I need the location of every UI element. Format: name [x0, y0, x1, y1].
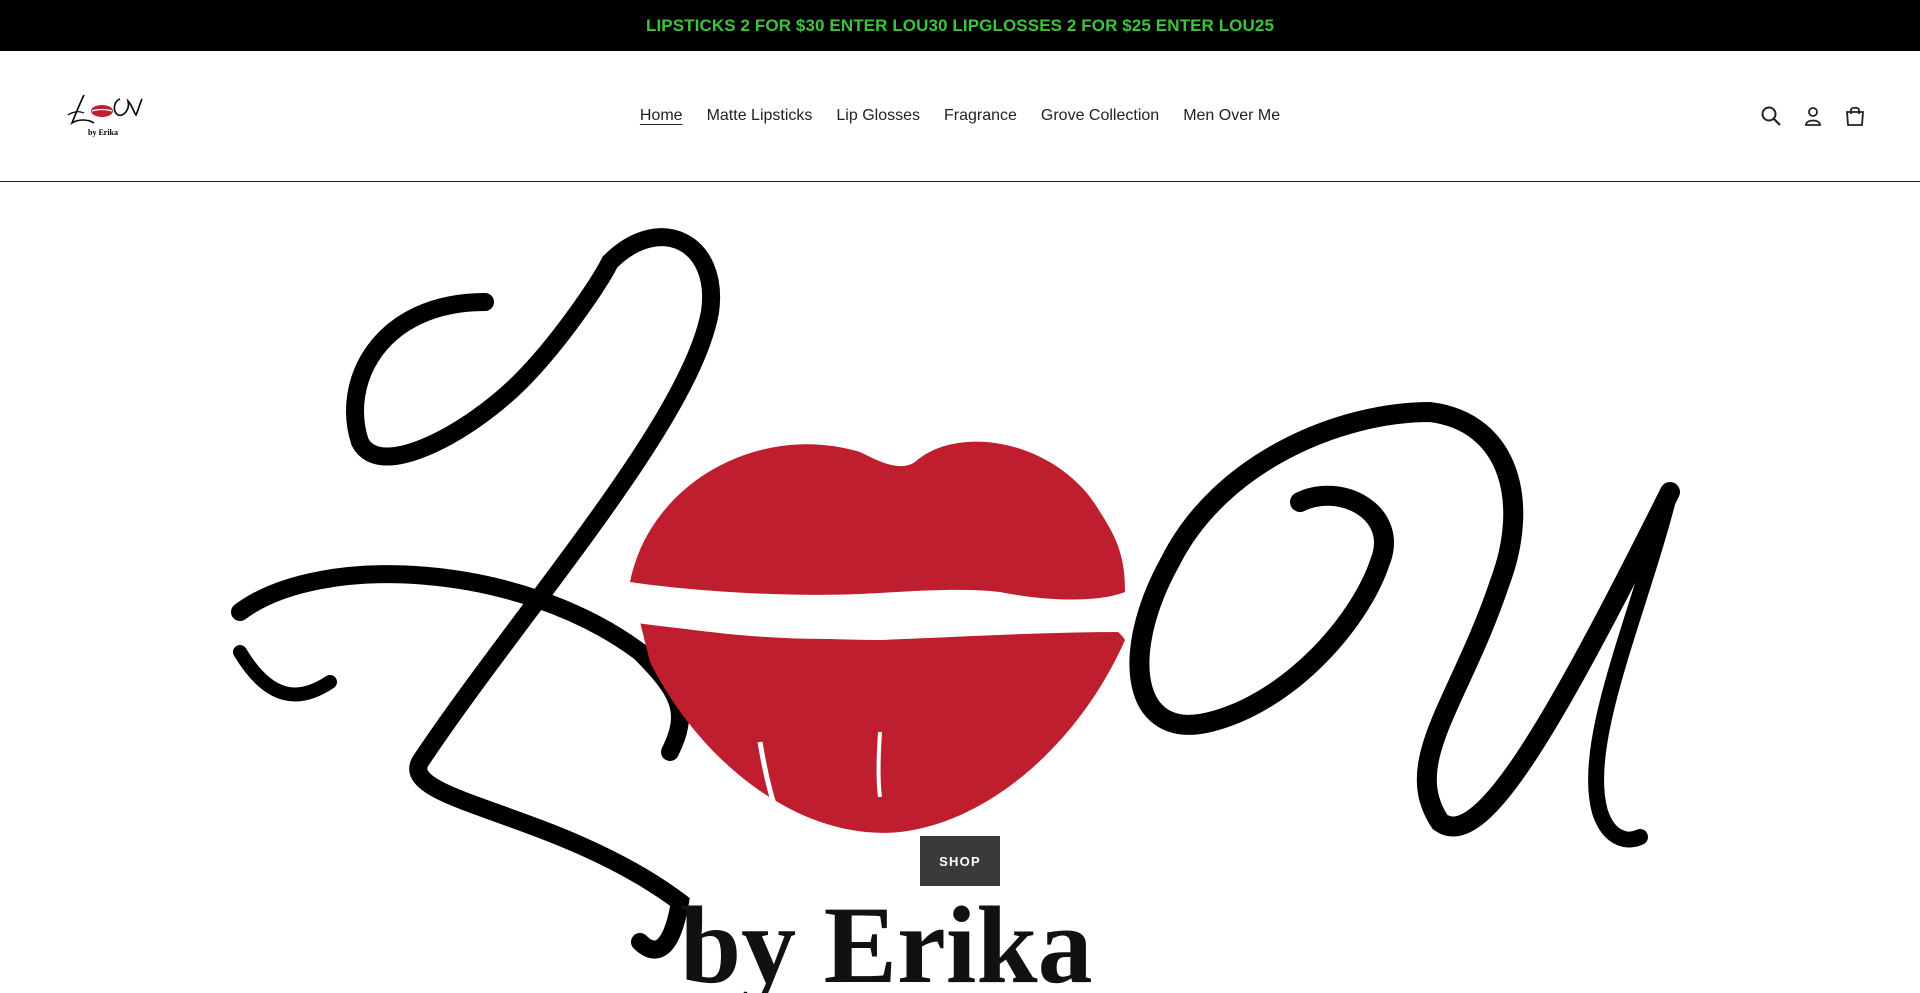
- cart-icon[interactable]: [1842, 103, 1868, 129]
- search-icon[interactable]: [1758, 103, 1784, 129]
- nav-matte-lipsticks[interactable]: Matte Lipsticks: [707, 107, 813, 125]
- announcement-text: LIPSTICKS 2 FOR $30 ENTER LOU30 LIPGLOSS…: [646, 15, 1274, 35]
- shop-button[interactable]: SHOP: [920, 836, 1000, 886]
- nav-fragrance[interactable]: Fragrance: [944, 107, 1017, 125]
- header-icons: [1758, 103, 1868, 129]
- nav-home[interactable]: Home: [640, 107, 683, 125]
- account-icon[interactable]: [1800, 103, 1826, 129]
- nav-lip-glosses[interactable]: Lip Glosses: [836, 107, 920, 125]
- nav-men-over-me[interactable]: Men Over Me: [1183, 107, 1280, 125]
- announcement-bar: LIPSTICKS 2 FOR $30 ENTER LOU30 LIPGLOSS…: [0, 0, 1920, 51]
- hero-subtext: by Erika: [680, 884, 1093, 993]
- nav-grove-collection[interactable]: Grove Collection: [1041, 107, 1159, 125]
- site-header: by Erika Home Matte Lipsticks Lip Glosse…: [0, 51, 1920, 182]
- main-nav: Home Matte Lipsticks Lip Glosses Fragran…: [0, 51, 1920, 181]
- hero-banner: by Erika SHOP: [0, 182, 1920, 993]
